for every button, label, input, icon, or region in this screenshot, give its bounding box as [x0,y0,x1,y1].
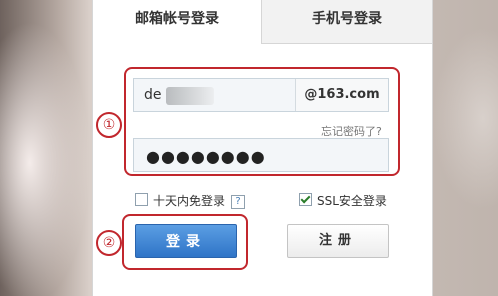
help-icon[interactable]: ? [231,195,246,209]
ssl-checkbox[interactable] [299,193,312,206]
tab-email-login[interactable]: 邮箱帐号登录 [93,0,261,44]
annotation-marker-2: ② [96,230,122,256]
annotation-box-credentials [124,67,400,176]
ssl-login-option[interactable]: SSL安全登录 [299,192,387,209]
remember-checkbox[interactable] [135,193,148,206]
register-button[interactable]: 注册 [287,224,389,258]
annotation-marker-1: ① [96,112,122,138]
login-tabs: 邮箱帐号登录 手机号登录 [93,0,432,44]
ssl-label: SSL安全登录 [317,194,387,208]
annotation-box-login [122,214,248,270]
remember-label: 十天内免登录 [153,194,226,208]
tab-phone-login[interactable]: 手机号登录 [261,0,432,44]
remember-login-option[interactable]: 十天内免登录? [135,192,246,209]
